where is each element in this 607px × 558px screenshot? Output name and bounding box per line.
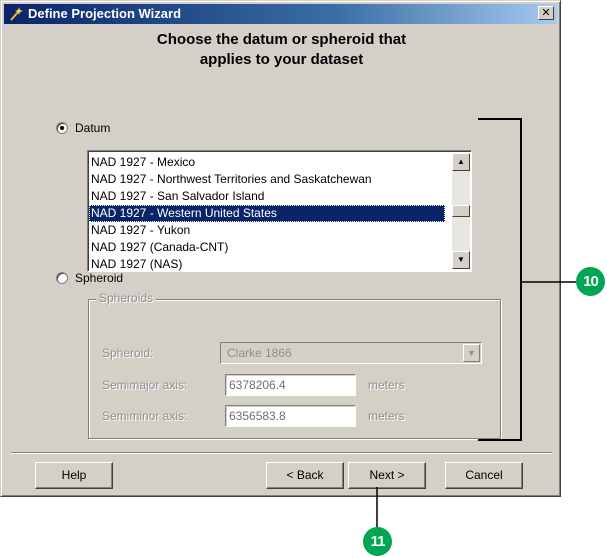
title-bar: Define Projection Wizard ✕ [4, 4, 557, 24]
spheroid-radio-option[interactable]: Spheroid [56, 271, 123, 285]
semimajor-unit: meters [368, 378, 405, 392]
spheroid-select[interactable]: Clarke 1866 ▼ [220, 342, 482, 364]
list-item[interactable]: NAD 1927 (Canada-CNT) [89, 239, 445, 256]
list-item[interactable]: NAD 1927 (NAS) [89, 256, 445, 273]
list-item[interactable]: NAD 1927 - Yukon [89, 222, 445, 239]
chevron-down-icon: ▼ [467, 348, 476, 358]
scroll-up-button[interactable]: ▲ [452, 153, 470, 171]
spheroids-group-label: Spheroids [96, 291, 157, 305]
callout-11: 11 [363, 527, 392, 556]
datum-listbox[interactable]: NAD 1927 - Mexico NAD 1927 - Northwest T… [87, 150, 472, 272]
callout-10: 10 [576, 267, 605, 296]
close-button[interactable]: ✕ [538, 6, 554, 20]
page-heading: Choose the datum or spheroid that applie… [1, 30, 562, 70]
semimajor-label: Semimajor axis: [102, 378, 188, 392]
heading-line-1: Choose the datum or spheroid that [156, 31, 407, 48]
datum-radio-option[interactable]: Datum [56, 121, 110, 135]
datum-radio-label: Datum [75, 121, 111, 135]
spheroid-field-label: Spheroid: [102, 346, 154, 360]
list-item[interactable]: NAD 1927 - San Salvador Island [89, 188, 445, 205]
button-separator [11, 452, 552, 454]
datum-list: NAD 1927 - Mexico NAD 1927 - Northwest T… [89, 154, 445, 273]
heading-line-2: applies to your dataset [199, 51, 364, 68]
arrow-up-icon: ▲ [457, 157, 465, 166]
next-button[interactable]: Next > [348, 462, 426, 489]
spheroid-radio[interactable] [56, 272, 68, 284]
list-item[interactable]: NAD 1927 - Northwest Territories and Sas… [89, 171, 445, 188]
semiminor-label: Semiminor axis: [102, 409, 188, 423]
semiminor-axis-field[interactable]: 6356583.8 [225, 405, 356, 427]
list-item-selected[interactable]: NAD 1927 - Western United States [89, 205, 445, 222]
list-item[interactable]: NAD 1927 - Mexico [89, 154, 445, 171]
help-button[interactable]: Help [35, 462, 113, 489]
arrow-down-icon: ▼ [457, 255, 465, 264]
callout-line-11 [376, 487, 378, 527]
wizard-icon [10, 7, 23, 21]
callout-bracket [478, 118, 576, 441]
spheroid-select-value: Clarke 1866 [227, 346, 292, 360]
window-title: Define Projection Wizard [28, 6, 182, 21]
datum-scrollbar[interactable]: ▲ ▼ [452, 153, 470, 269]
semiminor-unit: meters [368, 409, 405, 423]
scroll-down-button[interactable]: ▼ [452, 251, 470, 269]
define-projection-wizard-dialog: Define Projection Wizard ✕ Choose the da… [0, 0, 561, 497]
datum-radio[interactable] [56, 122, 68, 134]
spheroid-radio-label: Spheroid [75, 271, 124, 285]
close-icon: ✕ [541, 7, 551, 19]
cancel-button[interactable]: Cancel [445, 462, 523, 489]
back-button[interactable]: < Back [266, 462, 344, 489]
scroll-thumb[interactable] [452, 205, 470, 217]
semimajor-axis-field[interactable]: 6378206.4 [225, 374, 356, 396]
